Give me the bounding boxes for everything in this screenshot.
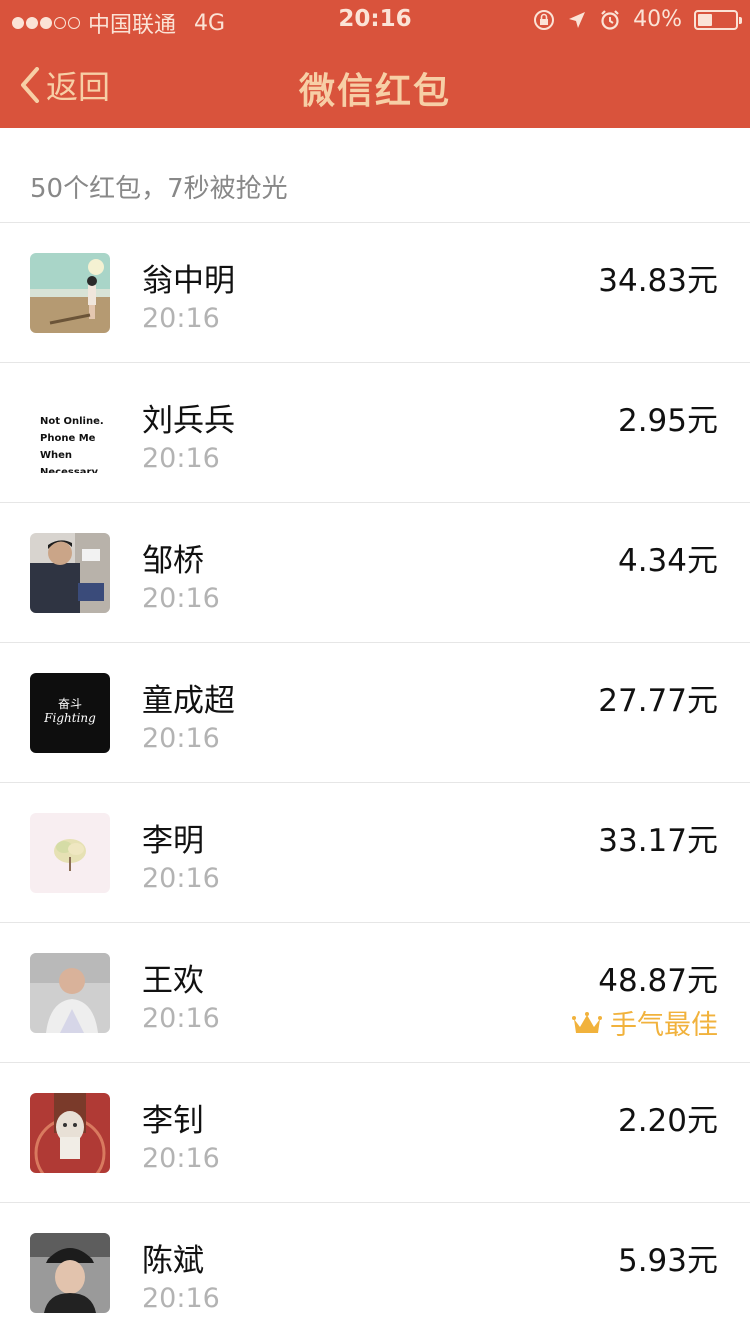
receive-time: 20:16	[142, 1003, 220, 1034]
amount: 2.95元	[617, 403, 718, 439]
receiver-name: 童成超	[142, 683, 235, 719]
avatar-text-cn: 奋斗	[57, 697, 82, 711]
summary-bar: 50个红包，7秒被抢光	[0, 128, 750, 223]
avatar[interactable]: Not Online. Phone Me When Necessary.	[30, 393, 110, 473]
amount: 27.77元	[598, 683, 718, 719]
receive-time: 20:16	[142, 1143, 220, 1174]
beach-photo-avatar	[30, 253, 110, 333]
list-item[interactable]: 奋斗 Fighting 童成超 20:16 27.77元	[0, 643, 750, 783]
avatar-text: Not Online. Phone Me When Necessary.	[40, 413, 104, 473]
battery-tip	[739, 16, 742, 24]
avatar[interactable]	[30, 533, 110, 613]
tree-pink-avatar	[30, 813, 110, 893]
amount: 48.87元	[598, 963, 718, 999]
man-portrait-photo-avatar	[30, 953, 110, 1033]
alarm-clock-icon	[601, 9, 619, 30]
status-bar: 中国联通 4G 20:16 40%	[0, 0, 750, 40]
receive-time: 20:16	[142, 583, 220, 614]
receive-time: 20:16	[142, 723, 220, 754]
amount: 5.93元	[617, 1243, 718, 1279]
battery-fill	[698, 13, 712, 26]
list-item[interactable]: 翁中明 20:16 34.83元	[0, 223, 750, 363]
best-luck-badge: 手气最佳	[572, 1003, 718, 1042]
avatar-text-line: Phone Me	[40, 433, 96, 444]
summary-text: 50个红包，7秒被抢光	[30, 174, 288, 204]
receive-time: 20:16	[142, 1283, 220, 1314]
avatar[interactable]	[30, 1233, 110, 1313]
page-title: 微信红包	[298, 71, 451, 112]
navigation-bar: 返回 微信红包	[0, 40, 750, 128]
avatar-text-en: Fighting	[44, 711, 96, 725]
receiver-name: 李明	[142, 823, 204, 859]
avatar[interactable]	[30, 253, 110, 333]
amount: 33.17元	[598, 823, 718, 859]
receiver-name: 王欢	[142, 963, 204, 999]
header-bar: 中国联通 4G 20:16 40% 返回 微信红包	[0, 0, 750, 128]
receiver-list: 翁中明 20:16 34.83元 Not Online. Phone Me Wh…	[0, 223, 750, 1343]
avatar-text-line: Not Online.	[40, 416, 104, 427]
best-luck-label: 手气最佳	[610, 1010, 718, 1041]
amount: 2.20元	[617, 1103, 718, 1139]
avatar-text-line: When	[40, 450, 73, 461]
avatar[interactable]: 奋斗 Fighting	[30, 673, 110, 753]
receiver-name: 陈斌	[142, 1243, 204, 1279]
list-item[interactable]: 陈斌 20:16 5.93元	[0, 1203, 750, 1343]
amount: 34.83元	[598, 263, 718, 299]
avatar[interactable]	[30, 813, 110, 893]
rotation-lock-icon	[534, 9, 555, 30]
receiver-name: 翁中明	[142, 263, 235, 299]
receive-time: 20:16	[142, 863, 220, 894]
avatar[interactable]	[30, 953, 110, 1033]
battery-icon	[694, 9, 742, 30]
list-item[interactable]: 李钊 20:16 2.20元	[0, 1063, 750, 1203]
location-arrow-icon	[569, 11, 586, 28]
receive-time: 20:16	[142, 303, 220, 334]
list-item[interactable]: 李明 20:16 33.17元	[0, 783, 750, 923]
man-laptop-photo-avatar	[30, 533, 110, 613]
man-cap-photo-avatar	[30, 1233, 110, 1313]
status-right: 40%	[533, 7, 742, 32]
battery-percent: 40%	[633, 7, 682, 32]
receive-time: 20:16	[142, 443, 220, 474]
cat-cup-photo-avatar	[30, 1093, 110, 1173]
receiver-name: 刘兵兵	[142, 403, 235, 439]
receiver-name: 李钊	[142, 1103, 204, 1139]
crown-icon	[572, 1011, 602, 1033]
avatar-text-line: Necessary.	[40, 467, 101, 473]
amount: 4.34元	[617, 543, 718, 579]
list-item[interactable]: 王欢 20:16 48.87元 手气最佳	[0, 923, 750, 1063]
list-item[interactable]: 邹桥 20:16 4.34元	[0, 503, 750, 643]
avatar[interactable]	[30, 1093, 110, 1173]
list-item[interactable]: Not Online. Phone Me When Necessary. 刘兵兵…	[0, 363, 750, 503]
receiver-name: 邹桥	[142, 543, 204, 579]
